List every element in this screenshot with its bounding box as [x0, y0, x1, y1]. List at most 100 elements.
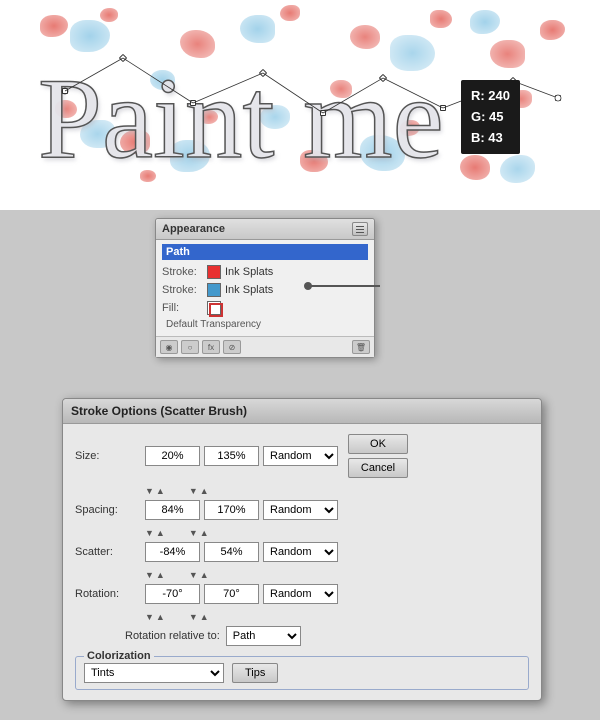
size-input-group: Random Fixed Pressure OK Cancel: [145, 434, 408, 478]
size-type-dropdown[interactable]: Random Fixed Pressure: [263, 446, 338, 466]
size-max-input[interactable]: [204, 446, 259, 466]
dialog-title: Stroke Options (Scatter Brush): [63, 399, 541, 424]
clear-button[interactable]: ⊘: [223, 340, 241, 354]
stroke1-swatch[interactable]: [207, 265, 221, 279]
colorization-method-dropdown[interactable]: Tints Tints and Shades Hue Shift None: [84, 663, 224, 683]
scatter-max-down[interactable]: ▼: [189, 570, 198, 580]
b-value: 43: [488, 130, 502, 145]
tips-button[interactable]: Tips: [232, 663, 278, 683]
stroke2-swatch[interactable]: [207, 283, 221, 297]
panel-body: Path Stroke: Ink Splats Stroke: Ink Spla…: [156, 240, 374, 336]
menu-line-2: [356, 229, 364, 230]
scatter-arrows: ▼ ▲ ▼ ▲: [145, 570, 529, 580]
stroke2-row: Stroke: Ink Splats: [162, 281, 368, 299]
stroke1-row: Stroke: Ink Splats: [162, 263, 368, 281]
appearance-panel: Appearance Path Stroke: Ink Splats Strok…: [155, 218, 375, 358]
anchor-point-3: [190, 100, 196, 106]
rotation-max-input[interactable]: [204, 584, 259, 604]
scatter-max-up[interactable]: ▲: [200, 570, 209, 580]
panel-menu-button[interactable]: [352, 222, 368, 236]
scatter-max-input[interactable]: [204, 542, 259, 562]
anchor-point-1: [62, 88, 68, 94]
stroke1-label: Stroke:: [162, 266, 207, 278]
scatter-min-down[interactable]: ▼: [145, 570, 154, 580]
rotation-arrows: ▼ ▲ ▼ ▲: [145, 612, 529, 622]
fill-label: Fill:: [162, 302, 207, 314]
rotation-min-input[interactable]: [145, 584, 200, 604]
rotation-relative-label: Rotation relative to:: [125, 630, 220, 642]
size-max-down[interactable]: ▼: [189, 486, 198, 496]
r-value: 240: [488, 88, 510, 103]
cancel-button[interactable]: Cancel: [348, 458, 408, 478]
anchor-point-7: [440, 105, 446, 111]
add-fill-button[interactable]: ○: [181, 340, 199, 354]
anchor-point-9: [555, 95, 561, 101]
spacing-max-up[interactable]: ▲: [200, 528, 209, 538]
panel-title: Appearance: [162, 223, 225, 235]
rotation-min-up[interactable]: ▲: [156, 612, 165, 622]
colorization-box: Colorization Tints Tints and Shades Hue …: [75, 656, 529, 690]
connector-dot: [304, 282, 312, 290]
spacing-min-down[interactable]: ▼: [145, 528, 154, 538]
r-label: R:: [471, 88, 485, 103]
rotation-max-up[interactable]: ▲: [200, 612, 209, 622]
spacing-max-input[interactable]: [204, 500, 259, 520]
rotation-row: Rotation: Random Fixed Pressure: [75, 584, 529, 604]
menu-line-3: [356, 232, 364, 233]
rotation-type-dropdown[interactable]: Random Fixed Pressure: [263, 584, 338, 604]
size-min-up[interactable]: ▲: [156, 486, 165, 496]
add-effect-button[interactable]: fx: [202, 340, 220, 354]
path-label: Path: [166, 246, 190, 258]
scatter-row: Scatter: Random Fixed Pressure: [75, 542, 529, 562]
scatter-min-input[interactable]: [145, 542, 200, 562]
g-value: 45: [489, 109, 503, 124]
colorization-inner: Tints Tints and Shades Hue Shift None Ti…: [84, 663, 520, 683]
spacing-row: Spacing: Random Fixed Pressure: [75, 500, 529, 520]
g-label: G:: [471, 109, 485, 124]
scatter-label: Scatter:: [75, 546, 145, 558]
connector-line: [310, 285, 380, 287]
panel-bottom-bar: ◉ ○ fx ⊘ 🗑: [156, 336, 374, 357]
scatter-input-group: Random Fixed Pressure: [145, 542, 338, 562]
fill-swatch[interactable]: [207, 301, 221, 315]
transparency-text: Default Transparency: [162, 317, 368, 332]
spacing-label: Spacing:: [75, 504, 145, 516]
size-max-up[interactable]: ▲: [200, 486, 209, 496]
scatter-type-dropdown[interactable]: Random Fixed Pressure: [263, 542, 338, 562]
size-min-down[interactable]: ▼: [145, 486, 154, 496]
anchor-point-5: [320, 110, 326, 116]
spacing-max-down[interactable]: ▼: [189, 528, 198, 538]
delete-button[interactable]: 🗑: [352, 340, 370, 354]
rotation-relative-dropdown[interactable]: Path Page None: [226, 626, 301, 646]
stroke2-label: Stroke:: [162, 284, 207, 296]
spacing-min-input[interactable]: [145, 500, 200, 520]
rotation-max-down[interactable]: ▼: [189, 612, 198, 622]
ok-cancel-group: OK Cancel: [348, 434, 408, 478]
ok-button[interactable]: OK: [348, 434, 408, 454]
color-tooltip: R: 240 G: 45 B: 43: [461, 80, 520, 154]
canvas-area: Paint me Paint me R: 240 G: 45 B: 43: [0, 0, 600, 210]
b-label: B:: [471, 130, 485, 145]
size-label: Size:: [75, 450, 145, 462]
size-min-input[interactable]: [145, 446, 200, 466]
rotation-min-down[interactable]: ▼: [145, 612, 154, 622]
panel-path-header: Path: [162, 244, 368, 260]
size-arrows: ▼ ▲ ▼ ▲: [145, 486, 529, 496]
add-stroke-button[interactable]: ◉: [160, 340, 178, 354]
fill-row: Fill:: [162, 299, 368, 317]
rotation-relative-row: Rotation relative to: Path Page None: [125, 626, 529, 646]
stroke1-value[interactable]: Ink Splats: [225, 266, 273, 278]
stroke2-value[interactable]: Ink Splats: [225, 284, 273, 296]
scatter-min-up[interactable]: ▲: [156, 570, 165, 580]
spacing-type-dropdown[interactable]: Random Fixed Pressure: [263, 500, 338, 520]
panel-title-bar: Appearance: [156, 219, 374, 240]
rotation-input-group: Random Fixed Pressure: [145, 584, 338, 604]
rotation-label: Rotation:: [75, 588, 145, 600]
stroke-options-dialog: Stroke Options (Scatter Brush) Size: Ran…: [62, 398, 542, 701]
spacing-min-up[interactable]: ▲: [156, 528, 165, 538]
spacing-input-group: Random Fixed Pressure: [145, 500, 338, 520]
colorization-legend: Colorization: [84, 650, 154, 662]
size-row: Size: Random Fixed Pressure OK Cancel: [75, 434, 529, 478]
spacing-arrows: ▼ ▲ ▼ ▲: [145, 528, 529, 538]
dialog-body: Size: Random Fixed Pressure OK Cancel ▼ …: [63, 424, 541, 700]
